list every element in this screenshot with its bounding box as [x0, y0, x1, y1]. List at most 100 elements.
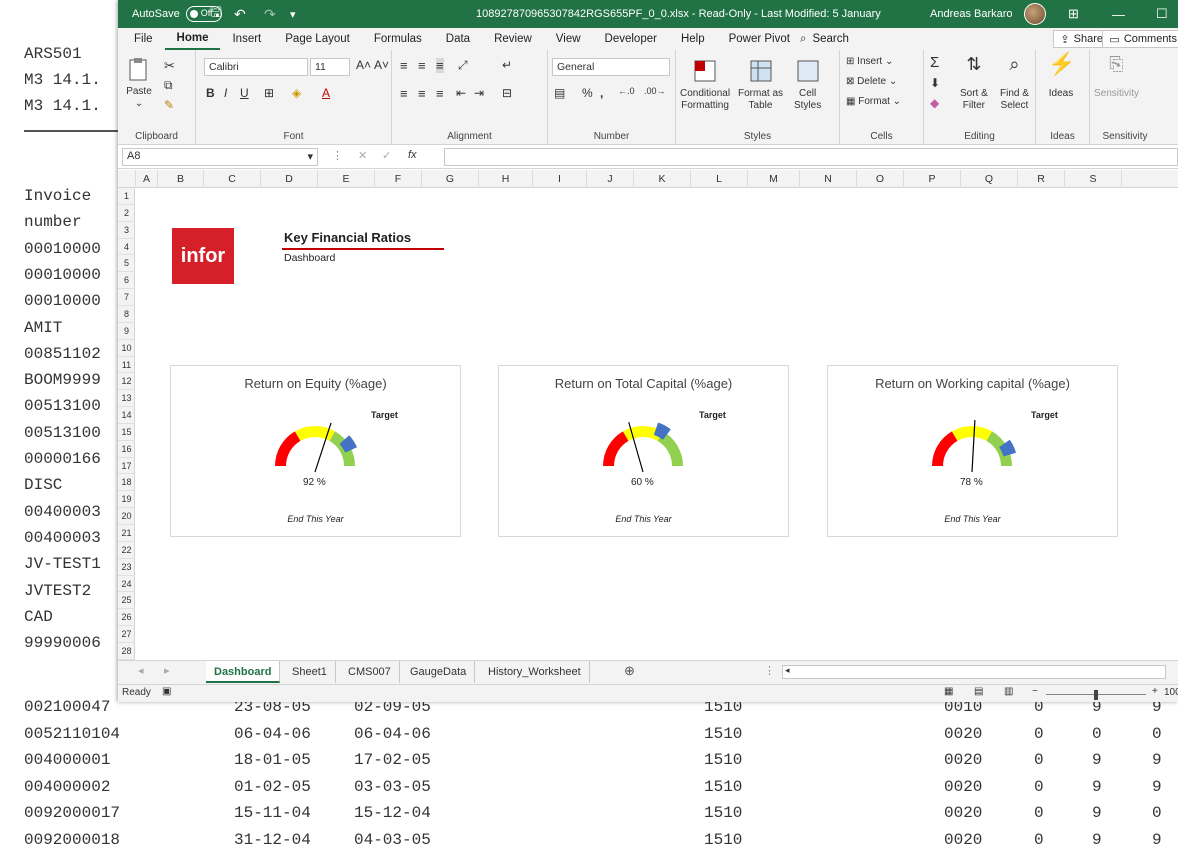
menu-file[interactable]: File: [122, 28, 165, 50]
copy-icon[interactable]: ⧉: [164, 78, 173, 93]
number-format-select[interactable]: General: [552, 58, 670, 76]
delete-cells-button[interactable]: ⊠ Delete ⌄: [846, 76, 897, 87]
name-box[interactable]: A8 ▾: [122, 148, 318, 166]
column-header[interactable]: N: [800, 170, 857, 188]
column-header[interactable]: Q: [961, 170, 1018, 188]
gauge-card[interactable]: Return on Equity (%age) Target 92 % End Thi…: [170, 365, 461, 537]
row-header[interactable]: 17: [118, 458, 135, 475]
save-icon[interactable]: 🖫: [210, 0, 222, 28]
row-header[interactable]: 22: [118, 542, 135, 559]
row-header[interactable]: 13: [118, 390, 135, 408]
column-header[interactable]: K: [634, 170, 691, 188]
row-header[interactable]: 19: [118, 491, 135, 509]
format-painter-icon[interactable]: ✎: [164, 98, 174, 112]
row-header[interactable]: 1: [118, 188, 135, 205]
font-name-select[interactable]: Calibri: [204, 58, 308, 76]
column-header[interactable]: S: [1065, 170, 1122, 188]
menu-power-pivot[interactable]: Power Pivot: [717, 28, 802, 50]
decrease-indent-icon[interactable]: ⇤: [456, 86, 466, 100]
column-header[interactable]: B: [158, 170, 204, 188]
page-break-icon[interactable]: ▥: [1004, 686, 1013, 697]
enter-icon[interactable]: ✓: [382, 149, 391, 162]
comments-button[interactable]: ▭ Comments: [1102, 30, 1178, 48]
decrease-decimal-icon[interactable]: .00→: [644, 86, 666, 96]
format-as-table-button[interactable]: Format as Table: [738, 58, 783, 112]
row-header[interactable]: 28: [118, 643, 135, 660]
comma-style-icon[interactable]: ,: [600, 86, 603, 100]
menu-data[interactable]: Data: [434, 28, 482, 50]
row-header[interactable]: 2: [118, 205, 135, 222]
menu-help[interactable]: Help: [669, 28, 717, 50]
ribbon-display-icon[interactable]: ⊞: [1068, 0, 1079, 28]
column-header[interactable]: A: [136, 170, 158, 188]
cell-styles-button[interactable]: Cell Styles: [794, 58, 821, 112]
orientation-icon[interactable]: ⤢: [458, 58, 468, 73]
worksheet[interactable]: infor Key Financial Ratios Dashboard Ret…: [136, 188, 1178, 660]
row-header[interactable]: 4: [118, 239, 135, 256]
column-header[interactable]: I: [533, 170, 587, 188]
redo-icon[interactable]: ↷: [264, 0, 276, 28]
increase-indent-icon[interactable]: ⇥: [474, 86, 484, 100]
row-header[interactable]: 5: [118, 255, 135, 273]
menu-developer[interactable]: Developer: [593, 28, 669, 50]
zoom-in-icon[interactable]: +: [1152, 686, 1158, 697]
menu-view[interactable]: View: [544, 28, 593, 50]
row-header[interactable]: 27: [118, 626, 135, 643]
accounting-format-icon[interactable]: ▤: [554, 86, 565, 100]
column-header[interactable]: R: [1018, 170, 1065, 188]
tab-cms007[interactable]: CMS007: [340, 661, 400, 683]
underline-icon[interactable]: U: [240, 86, 249, 100]
avatar[interactable]: [1024, 3, 1046, 25]
row-header[interactable]: 20: [118, 508, 135, 526]
zoom-level[interactable]: 100%: [1164, 687, 1178, 698]
align-bottom-icon[interactable]: ≡: [436, 58, 444, 73]
row-header[interactable]: 6: [118, 272, 135, 290]
menu-page-layout[interactable]: Page Layout: [273, 28, 362, 50]
clear-icon[interactable]: ◆: [930, 96, 939, 110]
row-header[interactable]: 12: [118, 373, 135, 391]
increase-decimal-icon[interactable]: ←.0: [618, 86, 635, 96]
column-header[interactable]: O: [857, 170, 904, 188]
autosave[interactable]: AutoSave Off: [132, 0, 222, 28]
find-select-button[interactable]: ⌕ Find & Select: [1000, 55, 1029, 112]
prev-sheet-icon[interactable]: ◂: [138, 664, 144, 677]
menu-formulas[interactable]: Formulas: [362, 28, 434, 50]
column-header[interactable]: F: [375, 170, 422, 188]
normal-view-icon[interactable]: ▦: [944, 686, 953, 697]
user-name[interactable]: Andreas Barkaro: [930, 0, 1013, 28]
zoom-slider[interactable]: [1046, 690, 1146, 700]
merge-center-icon[interactable]: ⊟: [502, 86, 512, 100]
borders-icon[interactable]: ⊞: [264, 86, 274, 100]
gauge-card[interactable]: Return on Total Capital (%age) Target 60 %…: [498, 365, 789, 537]
row-header[interactable]: 26: [118, 609, 135, 627]
row-header[interactable]: 11: [118, 357, 135, 374]
zoom-out-icon[interactable]: −: [1032, 686, 1038, 697]
shrink-font-icon[interactable]: A˅: [374, 58, 389, 72]
macro-record-icon[interactable]: ▣: [162, 686, 171, 697]
column-header[interactable]: M: [748, 170, 800, 188]
row-header[interactable]: 9: [118, 323, 135, 340]
minimize-icon[interactable]: —: [1112, 0, 1125, 28]
search-box[interactable]: ⌕ Search: [800, 28, 849, 50]
autosum-icon[interactable]: Σ: [930, 54, 939, 71]
row-header[interactable]: 14: [118, 407, 135, 424]
cut-icon[interactable]: ✂: [164, 58, 175, 74]
column-header[interactable]: L: [691, 170, 748, 188]
column-header[interactable]: H: [479, 170, 533, 188]
row-header[interactable]: 24: [118, 576, 135, 593]
align-center-icon[interactable]: ≡: [418, 86, 426, 101]
maximize-icon[interactable]: ☐: [1156, 0, 1168, 28]
row-header[interactable]: 15: [118, 424, 135, 441]
insert-cells-button[interactable]: ⊞ Insert ⌄: [846, 56, 893, 67]
column-header[interactable]: C: [204, 170, 261, 188]
wrap-text-icon[interactable]: ↵: [502, 58, 512, 72]
font-size-select[interactable]: 11: [310, 58, 350, 76]
column-header[interactable]: P: [904, 170, 961, 188]
tab-sheet1[interactable]: Sheet1: [284, 661, 336, 683]
ideas-button[interactable]: ⚡ Ideas: [1048, 53, 1075, 100]
tab-gaugedata[interactable]: GaugeData: [402, 661, 476, 683]
row-header[interactable]: 18: [118, 474, 135, 492]
column-header[interactable]: G: [422, 170, 479, 188]
align-middle-icon[interactable]: ≡: [418, 58, 426, 73]
align-right-icon[interactable]: ≡: [436, 86, 444, 101]
